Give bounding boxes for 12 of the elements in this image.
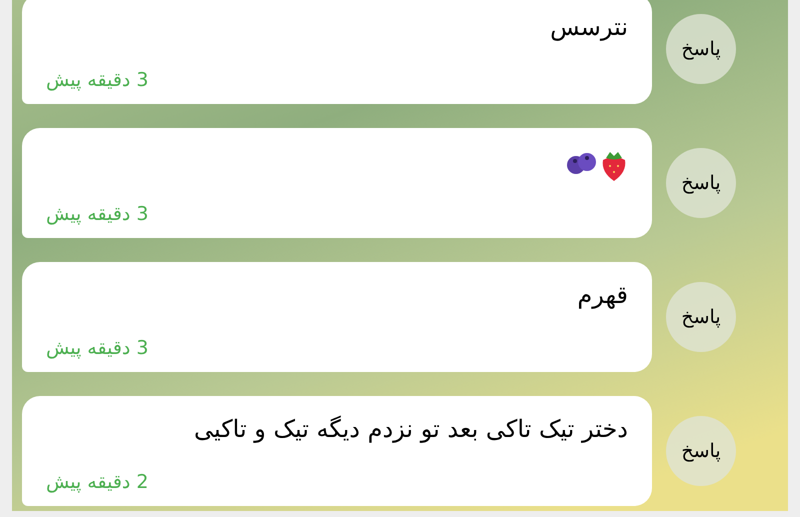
reply-button[interactable]: پاسخ: [666, 148, 736, 218]
message-time: 2 دقیقه پیش: [46, 470, 148, 495]
reply-button[interactable]: پاسخ: [666, 416, 736, 486]
message-text: نترسس: [550, 12, 628, 43]
reply-button[interactable]: پاسخ: [666, 282, 736, 352]
message-text: دختر تیک تاکی بعد تو نزدم دیگه تیک و تاکیی: [194, 414, 628, 445]
strawberry-icon: [600, 150, 628, 182]
reply-button[interactable]: پاسخ: [666, 14, 736, 84]
message-time: 3 دقیقه پیش: [46, 68, 148, 93]
message-text: قهرم: [577, 280, 628, 311]
message-time: 3 دقیقه پیش: [46, 336, 148, 361]
message-time: 3 دقیقه پیش: [46, 202, 148, 227]
